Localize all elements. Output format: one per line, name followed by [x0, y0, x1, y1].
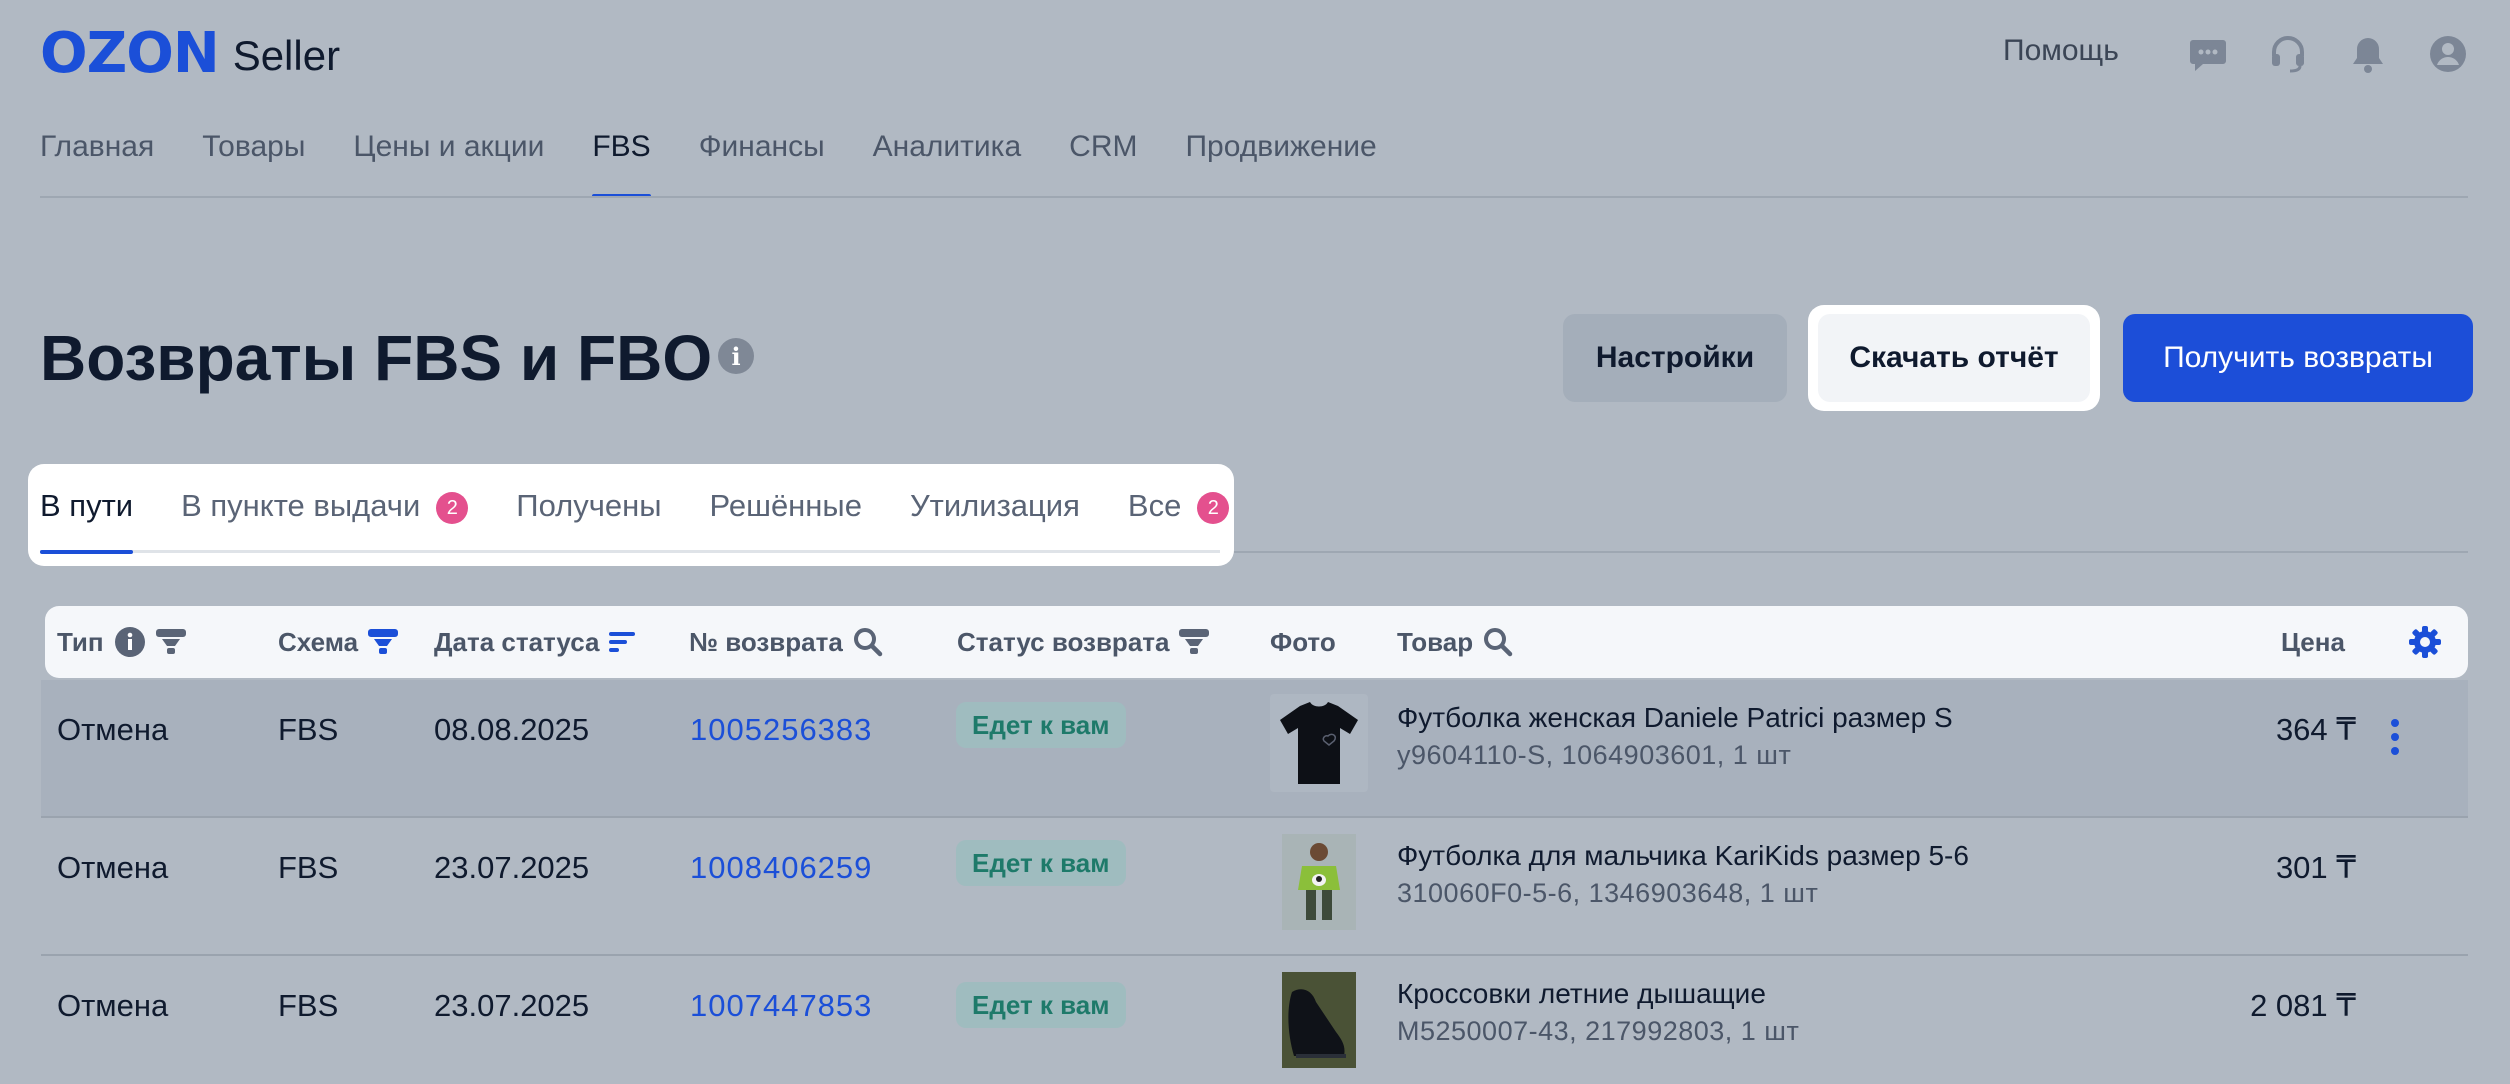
filter-icon[interactable]: [1179, 629, 1210, 655]
cell-scheme: FBS: [278, 850, 339, 885]
table-header: Тип Схема Дата статуса № возврата Статус…: [45, 606, 2468, 678]
nav-divider: [40, 196, 2468, 198]
settings-button[interactable]: Настройки: [1563, 314, 1787, 402]
status-badge: Едет к вам: [956, 702, 1126, 748]
filter-icon[interactable]: [155, 629, 186, 655]
product-photo[interactable]: [1282, 834, 1356, 930]
logo-seller-text: Seller: [232, 32, 341, 79]
column-price: Цена: [2281, 606, 2345, 678]
product-name[interactable]: Футболка женская Daniele Patrici размер …: [1397, 702, 1953, 734]
product-sku: M5250007-43, 217992803, 1 шт: [1397, 1016, 1800, 1046]
ozon-seller-logo[interactable]: OZON Seller: [40, 21, 341, 86]
column-label: Цена: [2281, 626, 2345, 657]
info-icon[interactable]: i: [718, 338, 754, 374]
search-icon[interactable]: [853, 627, 883, 657]
bell-icon[interactable]: [2348, 34, 2388, 74]
cell-price: 364 ₸: [2275, 712, 2356, 747]
row-menu-icon[interactable]: [2390, 716, 2400, 758]
column-return-number: № возврата: [689, 606, 883, 678]
tab-label: Утилизация: [909, 488, 1080, 523]
column-label: Товар: [1397, 626, 1474, 657]
download-report-button[interactable]: Скачать отчёт: [1818, 314, 2090, 402]
table-row[interactable]: Отмена FBS 23.07.2025 1008406259 Едет к …: [41, 818, 2468, 956]
cell-type: Отмена: [57, 988, 169, 1023]
cell-date: 23.07.2025: [434, 988, 590, 1023]
nav-item-promotion[interactable]: Продвижение: [1185, 130, 1376, 198]
tab-label: Получены: [516, 488, 662, 523]
product-name[interactable]: Футболка для мальчика KariKids размер 5-…: [1397, 840, 1969, 872]
column-scheme: Схема: [278, 606, 399, 678]
column-photo: Фото: [1270, 606, 1336, 678]
product-sku: у9604110-S, 1064903601, 1 шт: [1397, 740, 1792, 770]
cell-scheme: FBS: [278, 712, 339, 747]
tab-in-transit[interactable]: В пути: [40, 488, 134, 554]
cell-price: 2 081 ₸: [2250, 988, 2356, 1023]
return-number-link[interactable]: 1008406259: [690, 850, 872, 886]
column-status-date: Дата статуса: [434, 606, 636, 678]
tab-disposal[interactable]: Утилизация: [910, 488, 1080, 554]
nav-item-finance[interactable]: Финансы: [699, 130, 825, 198]
cell-type: Отмена: [57, 850, 169, 885]
logo-ozon-text: OZON: [40, 21, 220, 86]
nav-item-products[interactable]: Товары: [202, 130, 305, 198]
column-label: Тип: [57, 626, 104, 657]
product-photo[interactable]: [1282, 972, 1356, 1068]
column-label: Статус возврата: [957, 626, 1170, 657]
tab-at-pickup-point[interactable]: В пункте выдачи 2: [181, 488, 469, 554]
status-badge: Едет к вам: [956, 840, 1126, 886]
nav-item-analytics[interactable]: Аналитика: [873, 130, 1022, 198]
nav-item-fbs[interactable]: FBS: [592, 130, 652, 198]
table-settings-icon[interactable]: [2408, 606, 2442, 678]
cell-price: 301 ₸: [2275, 850, 2356, 885]
return-number-link[interactable]: 1005256383: [690, 712, 872, 748]
tab-resolved[interactable]: Решённые: [710, 488, 862, 554]
nav-item-crm[interactable]: CRM: [1069, 130, 1137, 198]
product-name[interactable]: Кроссовки летние дышащие: [1397, 978, 1766, 1010]
count-badge: 2: [1197, 492, 1230, 524]
tab-received[interactable]: Получены: [516, 488, 661, 554]
nav-item-home[interactable]: Главная: [40, 130, 154, 198]
help-link[interactable]: Помощь: [2003, 34, 2119, 68]
tab-label: В пункте выдачи: [181, 488, 421, 523]
cell-date: 08.08.2025: [434, 712, 590, 747]
column-label: Фото: [1270, 626, 1336, 657]
nav-item-prices[interactable]: Цены и акции: [353, 130, 544, 198]
tab-label: Решённые: [709, 488, 862, 523]
product-sku: 310060F0-5-6, 1346903648, 1 шт: [1397, 878, 1819, 908]
cell-date: 23.07.2025: [434, 850, 590, 885]
tab-label: Все: [1127, 488, 1182, 523]
column-label: № возврата: [689, 626, 843, 657]
tab-all[interactable]: Все 2: [1127, 488, 1230, 554]
column-product: Товар: [1397, 606, 1513, 678]
status-tabs: В пути В пункте выдачи 2 Получены Решённы…: [40, 488, 1277, 554]
user-icon[interactable]: [2428, 34, 2468, 74]
table-row[interactable]: Отмена FBS 23.07.2025 1007447853 Едет к …: [41, 956, 2468, 1084]
tab-label: В пути: [40, 488, 134, 523]
main-nav: Главная Товары Цены и акции FBS Финансы …: [40, 130, 1425, 198]
get-returns-button[interactable]: Получить возвраты: [2123, 314, 2473, 402]
column-type: Тип: [57, 606, 186, 678]
filter-active-icon[interactable]: [368, 629, 399, 655]
cell-scheme: FBS: [278, 988, 339, 1023]
headset-icon[interactable]: [2268, 34, 2308, 74]
column-return-status: Статус возврата: [957, 606, 1210, 678]
tabs-divider: [1234, 551, 2468, 553]
return-number-link[interactable]: 1007447853: [690, 988, 872, 1024]
table-row[interactable]: Отмена FBS 08.08.2025 1005256383 Едет к …: [41, 680, 2468, 818]
column-label: Дата статуса: [434, 626, 600, 657]
column-label: Схема: [278, 626, 359, 657]
info-icon[interactable]: [114, 626, 146, 658]
count-badge: 2: [436, 492, 469, 524]
sort-icon[interactable]: [609, 630, 636, 654]
page-title: Возвраты FBS и FBO: [40, 322, 713, 394]
product-photo[interactable]: [1270, 694, 1368, 792]
status-badge: Едет к вам: [956, 982, 1126, 1028]
cell-type: Отмена: [57, 712, 169, 747]
search-icon[interactable]: [1483, 627, 1513, 657]
chat-icon[interactable]: [2188, 34, 2228, 74]
